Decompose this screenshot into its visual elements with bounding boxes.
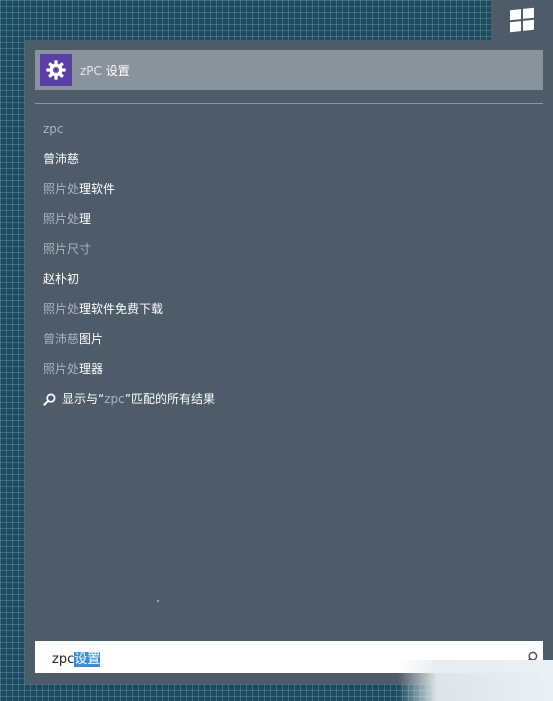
suggestion-item[interactable]: 照片处理软件 [43, 174, 543, 204]
search-input-text: zpc设置 [52, 651, 101, 667]
windows-logo-icon [510, 7, 534, 33]
suggestion-item[interactable]: 照片尺寸 [43, 234, 543, 264]
see-all-label: 显示与“zpc”匹配的所有结果 [62, 392, 215, 406]
search-selection: 设置 [74, 651, 101, 667]
top-result-label: zPC 设置 [80, 62, 130, 79]
suggestion-item[interactable]: 照片处理 [43, 204, 543, 234]
stray-dot [157, 600, 159, 602]
suggestion-item[interactable]: 照片处理器 [43, 354, 543, 384]
search-icon [43, 393, 56, 406]
watermark-area [398, 660, 553, 701]
suggestion-item[interactable]: 曾沛慈 [43, 144, 543, 174]
divider [35, 103, 543, 104]
suggestion-list: zpc 曾沛慈 照片处理软件 照片处理 照片尺寸 赵朴初 照片处理软件免费下载 … [43, 114, 543, 414]
top-result-settings[interactable]: zPC 设置 [35, 50, 543, 90]
see-all-results-link[interactable]: 显示与“zpc”匹配的所有结果 [43, 384, 543, 414]
start-button[interactable] [491, 0, 553, 40]
top-result-query: zPC [80, 63, 102, 78]
suggestion-item[interactable]: zpc [43, 114, 543, 144]
suggestion-item[interactable]: 曾沛慈图片 [43, 324, 543, 354]
search-panel: zPC 设置 zpc 曾沛慈 照片处理软件 照片处理 照片尺寸 赵朴初 照片处理… [25, 40, 553, 684]
top-result-name: 设置 [101, 63, 130, 78]
suggestion-item[interactable]: 照片处理软件免费下载 [43, 294, 543, 324]
gear-icon [40, 54, 72, 86]
suggestion-item[interactable]: 赵朴初 [43, 264, 543, 294]
